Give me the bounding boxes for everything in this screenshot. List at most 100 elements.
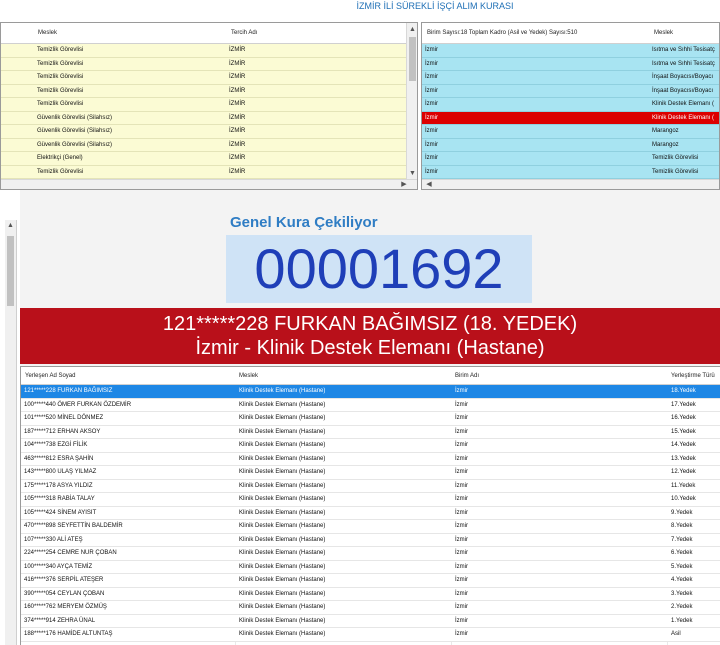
table-row[interactable]: 121*****228 FURKAN BAĞIMSIZ Klinik Destek… bbox=[21, 385, 720, 399]
table-row[interactable]: İzmir Isıtma ve Sıhhi Tesisatç bbox=[422, 44, 719, 58]
column-header-birim[interactable]: Birim Adı bbox=[455, 373, 479, 379]
table-row[interactable]: 187*****712 ERHAN AKSOY Klinik Destek Ele… bbox=[21, 425, 720, 439]
cell-meslek: Klinik Destek Elemanı (Hastane) bbox=[239, 523, 326, 529]
table-row[interactable]: 175*****178 ASYA YILDIZ Klinik Destek Ele… bbox=[21, 479, 720, 493]
table-row[interactable]: İzmir İnşaat Boyacısı/Boyacı bbox=[422, 84, 719, 98]
cell-yerlesme-turu: 11.Yedek bbox=[671, 482, 696, 489]
cell-meslek: Temizlik Görevlisi bbox=[37, 60, 84, 67]
cell-meslek: Marangoz bbox=[652, 128, 679, 134]
table-row[interactable]: Elektrikçi (Genel) İZMİR bbox=[1, 152, 407, 166]
vertical-scrollbar[interactable]: ▲ ▼ bbox=[406, 23, 417, 181]
table-row[interactable]: 100*****340 AYÇA TEMİZ Klinik Destek Elem… bbox=[21, 560, 720, 574]
table-row[interactable]: 374*****914 ZEHRA ÜNAL Klinik Destek Elem… bbox=[21, 614, 720, 628]
horizontal-scrollbar[interactable]: ▶ bbox=[1, 179, 417, 189]
table-row[interactable]: 160*****762 MERYEM ÖZMÜŞ Klinik Destek El… bbox=[21, 601, 720, 615]
cell-ad-soyad: 101*****520 MİNEL DÖNMEZ bbox=[24, 415, 104, 421]
cell-birim: İzmir bbox=[455, 401, 468, 408]
cell-ad-soyad: 104*****738 EZGİ FİLİK bbox=[24, 442, 88, 448]
cell-yerlesme-turu: 15.Yedek bbox=[671, 428, 696, 435]
cell-birim: İzmir bbox=[455, 590, 468, 597]
table-row[interactable]: 390*****054 CEYLAN ÇOBAN Klinik Destek El… bbox=[21, 587, 720, 601]
table-row[interactable]: 463*****812 ESRA ŞAHİN Klinik Destek Elem… bbox=[21, 452, 720, 466]
cell-yerlesme-turu: 13.Yedek bbox=[671, 455, 696, 462]
cell-birim: İzmir bbox=[455, 563, 468, 570]
table-row[interactable]: İzmir Marangoz bbox=[422, 125, 719, 139]
cell-meslek: Güvenlik Görevlisi (Silahsız) bbox=[37, 128, 113, 134]
table-row[interactable]: Güvenlik Görevlisi (Silahsız) İZMİR bbox=[1, 138, 407, 152]
cell-tercih: İZMİR bbox=[229, 155, 246, 161]
column-header-tercih[interactable]: Tercih Adı bbox=[231, 30, 257, 36]
table-row[interactable]: 470*****898 SEYFETTİN BALDEMİR Klinik Des… bbox=[21, 520, 720, 534]
draw-announcement-area: Genel Kura Çekiliyor 00001692 121*****22… bbox=[20, 190, 720, 366]
table-row[interactable]: 188*****176 HAMİDE ALTUNTAŞ Klinik Destek… bbox=[21, 628, 720, 642]
unit-quota-grid[interactable]: Birim Sayısı:18 Toplam Kadro (Asil ve Ye… bbox=[421, 22, 720, 190]
cell-yerlesme-turu: 16.Yedek bbox=[671, 415, 696, 421]
table-row[interactable]: Temizlik Görevlisi İZMİR bbox=[1, 57, 407, 71]
table-row[interactable]: Güvenlik Görevlisi (Silahsız) İZMİR bbox=[1, 125, 407, 139]
scroll-thumb[interactable] bbox=[7, 236, 14, 306]
scroll-down-icon[interactable]: ▼ bbox=[407, 169, 417, 179]
cell-meslek: Marangoz bbox=[652, 141, 679, 148]
cell-meslek: Temizlik Görevlisi bbox=[37, 87, 84, 94]
cell-meslek: Klinik Destek Elemanı (Hastane) bbox=[239, 401, 326, 408]
table-row[interactable]: Temizlik Görevlisi İZMİR bbox=[1, 165, 407, 179]
table-row[interactable]: İzmir Temizlik Görevlisi bbox=[422, 152, 719, 166]
table-row[interactable]: Temizlik Görevlisi İZMİR bbox=[1, 84, 407, 98]
table-row[interactable]: Temizlik Görevlisi İZMİR bbox=[1, 44, 407, 58]
cell-yerlesme-turu: 6.Yedek bbox=[671, 550, 693, 556]
vertical-scrollbar[interactable]: ▲ bbox=[5, 220, 16, 645]
cell-ad-soyad: 416*****376 SERPİL ATEŞER bbox=[24, 577, 104, 583]
cell-yerlesme-turu: 12.Yedek bbox=[671, 469, 696, 475]
cell-birim: İzmir bbox=[455, 428, 468, 435]
table-row[interactable]: İzmir Marangoz bbox=[422, 138, 719, 152]
cell-yerlesme-turu: 18.Yedek bbox=[671, 388, 696, 394]
table-row[interactable]: 107*****330 ALİ ATEŞ Klinik Destek Eleman… bbox=[21, 533, 720, 547]
scroll-up-icon[interactable]: ▲ bbox=[5, 222, 16, 229]
table-row[interactable]: Temizlik Görevlisi İZMİR bbox=[1, 71, 407, 85]
cell-yerlesme-turu: 4.Yedek bbox=[671, 577, 693, 583]
table-row[interactable]: 224*****254 CEMRE NUR ÇOBAN Klinik Destek… bbox=[21, 547, 720, 561]
scroll-left-icon[interactable]: ◀ bbox=[424, 180, 434, 189]
table-row[interactable]: İzmir İnşaat Boyacısı/Boyacı bbox=[422, 71, 719, 85]
cell-meslek: Klinik Destek Elemanı (Hastane) bbox=[239, 482, 326, 489]
left-side-grid[interactable]: ▲ bbox=[0, 220, 17, 645]
cell-ad-soyad: 121*****228 FURKAN BAĞIMSIZ bbox=[24, 388, 113, 394]
table-row[interactable]: 105*****318 RABİA TALAY Klinik Destek Ele… bbox=[21, 493, 720, 507]
table-row[interactable]: İzmir Isıtma ve Sıhhi Tesisatç bbox=[422, 57, 719, 71]
applicant-preference-grid[interactable]: Meslek Tercih Adı Temizlik Görevlisi İZMİ… bbox=[0, 22, 418, 190]
table-row[interactable]: Temizlik Görevlisi İZMİR bbox=[1, 98, 407, 112]
table-row[interactable]: İzmir Temizlik Görevlisi bbox=[422, 165, 719, 179]
table-row[interactable]: 104*****738 EZGİ FİLİK Klinik Destek Elem… bbox=[21, 439, 720, 453]
cell-meslek: Klinik Destek Elemanı (Hastane) bbox=[239, 577, 326, 583]
column-header-meslek[interactable]: Meslek bbox=[38, 30, 57, 36]
cell-birim: İzmir bbox=[425, 128, 438, 134]
table-row[interactable]: İzmir Klinik Destek Elemanı ( bbox=[422, 111, 719, 125]
drawn-number: 00001692 bbox=[254, 237, 504, 300]
cell-ad-soyad: 224*****254 CEMRE NUR ÇOBAN bbox=[24, 550, 117, 556]
cell-meslek: Temizlik Görevlisi bbox=[37, 168, 84, 175]
placement-results-table[interactable]: Yerleşen Ad Soyad Meslek Birim Adı Yerle… bbox=[20, 366, 720, 645]
table-row[interactable]: 105*****424 SİNEM AYISIT Klinik Destek El… bbox=[21, 506, 720, 520]
horizontal-scrollbar[interactable]: ◀ bbox=[422, 179, 719, 189]
cell-meslek: Güvenlik Görevlisi (Silahsız) bbox=[37, 114, 113, 121]
cell-yerlesme-turu: 10.Yedek bbox=[671, 496, 696, 502]
scroll-up-icon[interactable]: ▲ bbox=[407, 25, 417, 35]
column-header-meslek[interactable]: Meslek bbox=[654, 30, 673, 36]
cell-yerlesme-turu: Asil bbox=[671, 631, 681, 637]
cell-meslek: Klinik Destek Elemanı (Hastane) bbox=[239, 590, 326, 597]
column-header-tur[interactable]: Yerleştirme Türü bbox=[671, 373, 715, 379]
table-row[interactable]: 416*****376 SERPİL ATEŞER Klinik Destek E… bbox=[21, 574, 720, 588]
scroll-right-icon[interactable]: ▶ bbox=[399, 180, 409, 189]
table-row[interactable]: İzmir Klinik Destek Elemanı ( bbox=[422, 98, 719, 112]
column-header-meslek[interactable]: Meslek bbox=[239, 373, 258, 379]
table-row[interactable]: Güvenlik Görevlisi (Silahsız) İZMİR bbox=[1, 111, 407, 125]
table-row[interactable]: 143*****800 ULAŞ YILMAZ Klinik Destek Ele… bbox=[21, 466, 720, 480]
cell-meslek: Klinik Destek Elemanı (Hastane) bbox=[239, 604, 326, 610]
cell-meslek: İnşaat Boyacısı/Boyacı bbox=[652, 87, 714, 94]
scroll-thumb[interactable] bbox=[409, 37, 416, 81]
table-row[interactable]: 100*****440 ÖMER FURKAN ÖZDEMİR Klinik De… bbox=[21, 398, 720, 412]
column-header-ad-soyad[interactable]: Yerleşen Ad Soyad bbox=[25, 373, 75, 379]
cell-ad-soyad: 374*****914 ZEHRA ÜNAL bbox=[24, 617, 96, 624]
table-row[interactable]: 101*****520 MİNEL DÖNMEZ Klinik Destek El… bbox=[21, 412, 720, 426]
grid-header: Meslek Tercih Adı bbox=[1, 23, 407, 44]
